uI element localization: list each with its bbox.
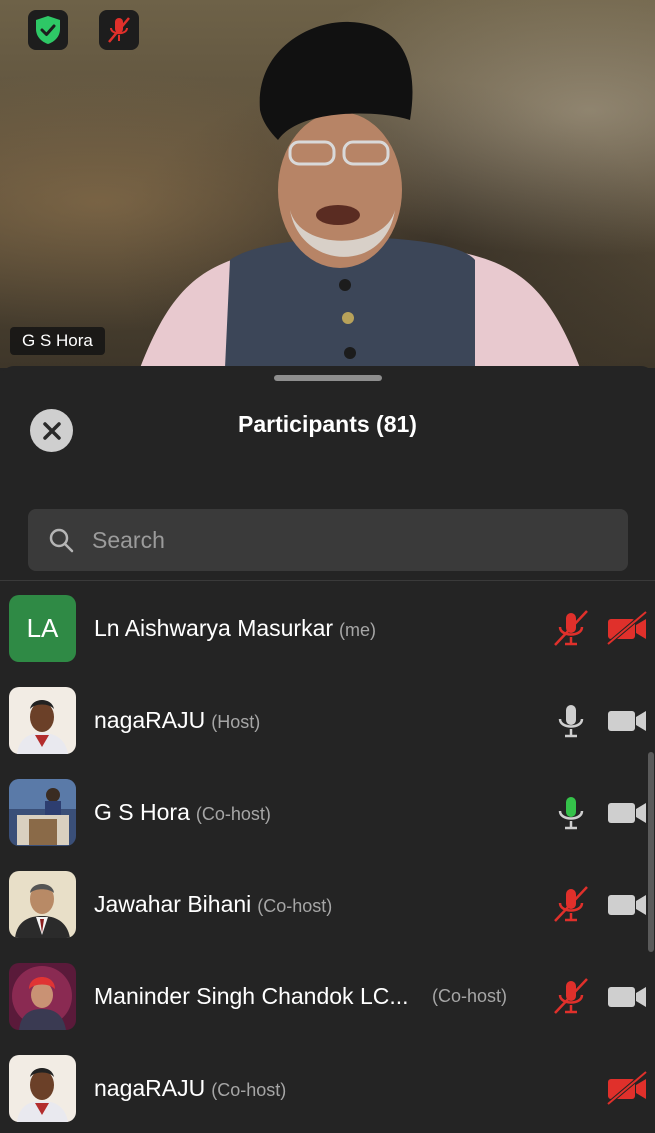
participant-row[interactable]: Jawahar Bihani (Co-host)	[0, 858, 655, 950]
speaker-video-frame	[140, 21, 580, 368]
participant-row[interactable]: LA Ln Aishwarya Masurkar (me)	[0, 582, 655, 674]
security-shield-icon[interactable]	[28, 10, 68, 50]
avatar: LA	[9, 595, 76, 662]
mic-muted-icon[interactable]	[551, 607, 591, 649]
participant-name-line: Maninder Singh Chandok LC...	[94, 950, 409, 1042]
avatar	[9, 779, 76, 846]
avatar	[9, 963, 76, 1030]
participant-role: (Co-host)	[257, 896, 333, 916]
speaker-name-tag: G S Hora	[10, 327, 105, 355]
scrollbar[interactable]	[648, 752, 654, 952]
mic-muted-icon[interactable]	[551, 883, 591, 925]
search-icon	[49, 528, 74, 553]
participant-name: nagaRAJU	[94, 707, 206, 733]
participant-role: (Co-host)	[432, 986, 508, 1006]
participant-role: (Host)	[211, 712, 261, 732]
participant-row[interactable]: nagaRAJU (Host)	[0, 674, 655, 766]
panel-title: Participants (81)	[238, 411, 417, 437]
avatar	[9, 871, 76, 938]
drag-handle[interactable]	[274, 375, 382, 381]
active-speaker-video[interactable]: G S Hora	[0, 0, 655, 368]
participant-role: (Co-host)	[211, 1080, 287, 1100]
mic-icon[interactable]	[551, 699, 591, 741]
participant-name-line: nagaRAJU (Co-host)	[94, 1042, 286, 1133]
mic-muted-icon[interactable]	[551, 975, 591, 1017]
participant-name-line: Ln Aishwarya Masurkar (me)	[94, 582, 376, 674]
participant-role: (Co-host)	[195, 804, 271, 824]
mic-muted-icon	[99, 10, 139, 50]
participant-role: (me)	[339, 620, 377, 640]
search-placeholder: Search	[92, 526, 165, 553]
participant-row[interactable]: nagaRAJU (Co-host)	[0, 1042, 655, 1133]
video-camera-icon[interactable]	[606, 978, 648, 1014]
participant-name: nagaRAJU	[94, 1075, 206, 1101]
mic-speaking-icon[interactable]	[551, 791, 591, 833]
participant-name-line: Jawahar Bihani (Co-host)	[94, 858, 332, 950]
search-input[interactable]: Search	[28, 509, 628, 571]
avatar	[9, 1055, 76, 1122]
video-camera-icon[interactable]	[606, 886, 648, 922]
video-off-icon[interactable]	[606, 1070, 648, 1106]
participant-name-line: G S Hora (Co-host)	[94, 766, 271, 858]
participant-row[interactable]: Maninder Singh Chandok LC... (Co-host)	[0, 950, 655, 1042]
video-camera-icon[interactable]	[606, 794, 648, 830]
video-off-icon[interactable]	[606, 610, 648, 646]
participant-name: Maninder Singh Chandok LC...	[94, 983, 409, 1009]
video-camera-icon[interactable]	[606, 702, 648, 738]
participant-name: G S Hora	[94, 799, 190, 825]
divider	[0, 580, 655, 581]
participants-panel: Participants (81) Search LA Ln Aishwarya…	[0, 366, 655, 1133]
participant-name: Jawahar Bihani	[94, 891, 252, 917]
avatar	[9, 687, 76, 754]
participant-name-line: nagaRAJU (Host)	[94, 674, 260, 766]
participant-name: Ln Aishwarya Masurkar	[94, 615, 334, 641]
participant-row[interactable]: G S Hora (Co-host)	[0, 766, 655, 858]
